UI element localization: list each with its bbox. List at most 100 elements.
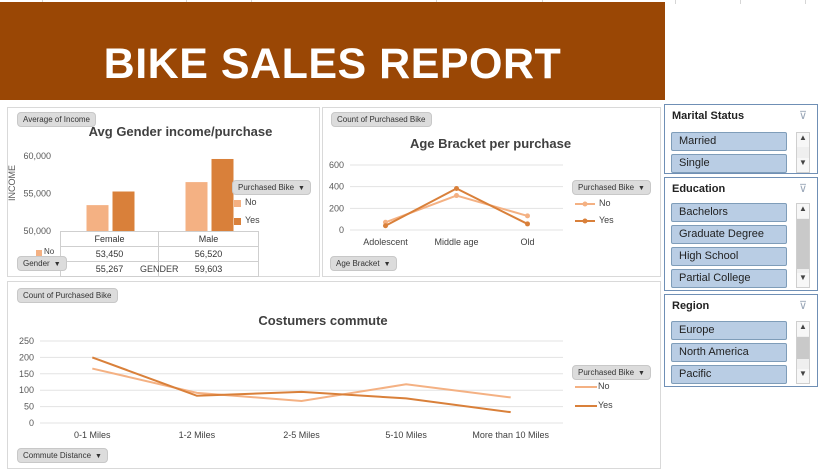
slicer-scrollbar[interactable]: ▲ ▼ xyxy=(796,203,810,288)
slicer-item-pacific[interactable]: Pacific xyxy=(671,365,787,384)
scroll-up-icon[interactable]: ▲ xyxy=(797,133,809,147)
x-tick-label: Old xyxy=(520,237,534,247)
purchased-bike-field-button[interactable]: Purchased Bike ▼ xyxy=(232,180,311,195)
legend-line-no xyxy=(575,201,595,207)
point-no xyxy=(454,193,459,199)
slicer-item-partial-college[interactable]: Partial College xyxy=(671,269,787,288)
scroll-up-icon[interactable]: ▲ xyxy=(797,204,809,218)
y-tick-label: 400 xyxy=(329,182,344,192)
grid-line xyxy=(740,0,741,4)
x-tick-label: 1-2 Miles xyxy=(179,430,216,440)
commute-line-chart: 250 200 150 100 50 0 0-1 Miles 1-2 Miles 2-5 Mil… xyxy=(19,336,563,440)
slicer-title: Marital Status xyxy=(672,110,745,122)
table-header-male: Male xyxy=(158,231,259,247)
table-cell: 53,450 xyxy=(60,246,159,262)
slicer-item-europe[interactable]: Europe xyxy=(671,321,787,340)
y-tick-label: 0 xyxy=(29,418,34,428)
region-slicer[interactable]: Region ⊽ Europe North America Pacific ▲ … xyxy=(664,294,818,387)
dropdown-arrow-icon: ▼ xyxy=(95,453,102,460)
purchased-bike-field-button[interactable]: Purchased Bike ▼ xyxy=(572,180,651,195)
field-button-label: Commute Distance xyxy=(23,451,92,460)
slicer-item-bachelors[interactable]: Bachelors xyxy=(671,203,787,222)
y-tick-label: 600 xyxy=(329,160,344,170)
legend-label-no: No xyxy=(245,197,257,207)
slicer-item-married[interactable]: Married xyxy=(671,132,787,151)
dropdown-arrow-icon: ▼ xyxy=(638,370,645,377)
legend-line-no xyxy=(575,386,597,388)
clear-filter-icon[interactable]: ⊽ xyxy=(799,182,807,195)
legend-line-yes xyxy=(575,405,597,407)
marital-status-slicer[interactable]: Marital Status ⊽ Married Single ▲ ▼ xyxy=(664,104,818,174)
x-tick-label: Adolescent xyxy=(363,237,408,247)
y-tick-label: 100 xyxy=(19,385,34,395)
y-tick-label: 150 xyxy=(19,369,34,379)
report-banner: BIKE SALES REPORT xyxy=(0,2,665,100)
field-button-label: Gender xyxy=(23,259,50,268)
slicer-item-single[interactable]: Single xyxy=(671,154,787,173)
legend-swatch-yes xyxy=(234,218,241,225)
dropdown-arrow-icon: ▼ xyxy=(638,185,645,192)
x-tick-label: More than 10 Miles xyxy=(472,430,549,440)
grid-line xyxy=(675,0,676,4)
y-tick-label: 50 xyxy=(24,402,34,412)
slicer-title: Education xyxy=(672,183,726,195)
legend-swatch-no xyxy=(234,200,241,207)
clear-filter-icon[interactable]: ⊽ xyxy=(799,299,807,312)
series-line-no xyxy=(385,194,528,224)
slicer-title: Region xyxy=(672,300,710,312)
field-button-label: Purchased Bike xyxy=(578,368,635,377)
point-no xyxy=(525,213,530,219)
bar-yes-male xyxy=(211,158,234,231)
dropdown-arrow-icon: ▼ xyxy=(298,185,305,192)
x-tick-label: Middle age xyxy=(434,237,478,247)
scroll-down-icon[interactable]: ▼ xyxy=(797,273,809,287)
legend-line-yes xyxy=(575,218,595,224)
table-cell: 56,520 xyxy=(158,246,259,262)
grid-line xyxy=(805,0,806,4)
slicer-item-high-school[interactable]: High School xyxy=(671,247,787,266)
gender-field-button[interactable]: Gender ▼ xyxy=(17,256,67,271)
legend-label-yes: Yes xyxy=(598,400,613,410)
y-tick-label: 0 xyxy=(339,225,344,235)
slicer-scrollbar[interactable]: ▲ ▼ xyxy=(796,321,810,384)
age-bracket-field-button[interactable]: Age Bracket ▼ xyxy=(330,256,397,271)
dropdown-arrow-icon: ▼ xyxy=(383,261,391,268)
scroll-down-icon[interactable]: ▼ xyxy=(797,158,809,172)
scroll-thumb[interactable] xyxy=(797,219,809,269)
legend-label-yes: Yes xyxy=(599,215,614,225)
table-header-female: Female xyxy=(60,231,159,247)
clear-filter-icon[interactable]: ⊽ xyxy=(799,109,807,122)
education-slicer[interactable]: Education ⊽ Bachelors Graduate Degree Hi… xyxy=(664,177,818,291)
scroll-up-icon[interactable]: ▲ xyxy=(797,322,809,336)
table-row-axis-label: GENDER xyxy=(140,264,179,274)
y-tick-label: 200 xyxy=(19,352,34,362)
point-yes xyxy=(525,221,530,227)
bar-yes-female xyxy=(112,191,135,231)
field-button-label: Purchased Bike xyxy=(238,183,295,192)
slicer-item-graduate-degree[interactable]: Graduate Degree xyxy=(671,225,787,244)
legend-label-yes: Yes xyxy=(245,215,260,225)
age-chart-panel[interactable]: Count of Purchased Bike Age Bracket per … xyxy=(322,107,661,277)
point-yes xyxy=(454,186,459,192)
commute-distance-field-button[interactable]: Commute Distance ▼ xyxy=(17,448,108,463)
field-button-label: Age Bracket xyxy=(336,259,380,268)
y-tick-label: 50,000 xyxy=(23,226,51,236)
y-tick-label: 60,000 xyxy=(23,151,51,161)
commute-chart-panel[interactable]: Count of Purchased Bike Costumers commut… xyxy=(7,281,661,469)
point-yes xyxy=(383,223,388,229)
scroll-down-icon[interactable]: ▼ xyxy=(797,369,809,383)
slicer-scrollbar[interactable]: ▲ ▼ xyxy=(796,132,810,173)
scroll-thumb[interactable] xyxy=(797,337,809,359)
y-tick-label: 200 xyxy=(329,203,344,213)
legend-label-no: No xyxy=(599,198,611,208)
income-chart-panel[interactable]: Average of Income Avg Gender income/purc… xyxy=(7,107,320,277)
x-tick-label: 2-5 Miles xyxy=(283,430,320,440)
legend-label-no: No xyxy=(598,381,610,391)
field-button-label: Purchased Bike xyxy=(578,183,635,192)
purchased-bike-field-button[interactable]: Purchased Bike ▼ xyxy=(572,365,651,380)
slicer-item-north-america[interactable]: North America xyxy=(671,343,787,362)
report-title: BIKE SALES REPORT xyxy=(103,40,562,88)
x-tick-label: 5-10 Miles xyxy=(385,430,427,440)
y-tick-label: 55,000 xyxy=(23,189,51,199)
table-row-label-no: No xyxy=(44,247,55,256)
